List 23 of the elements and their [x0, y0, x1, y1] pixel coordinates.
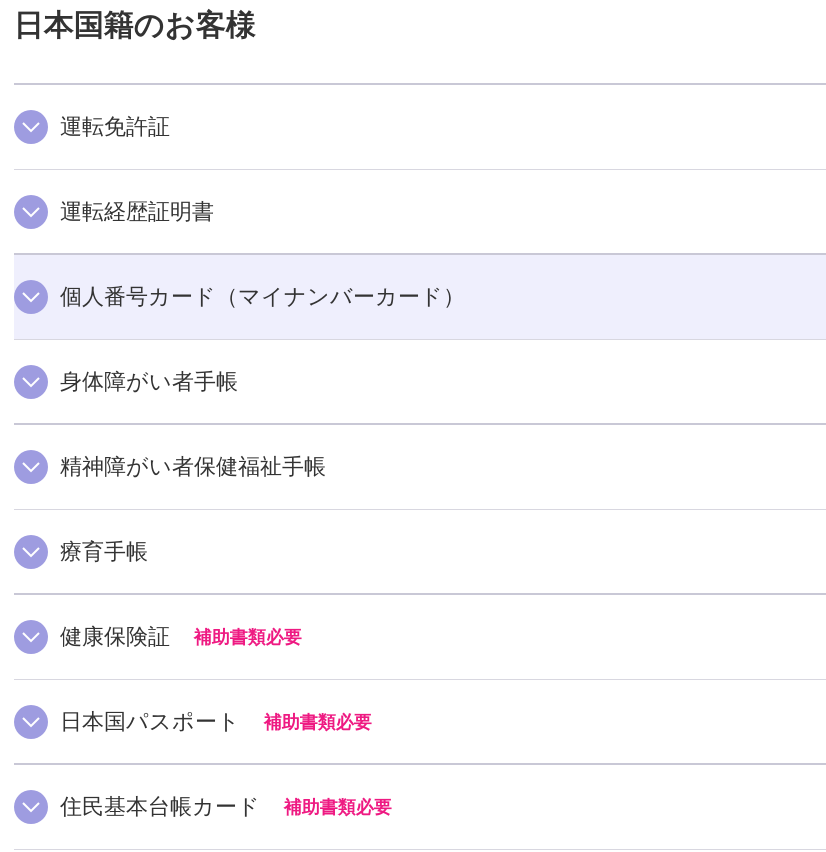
item-label: 運転経歴証明書 [60, 198, 214, 226]
chevron-icon [14, 534, 48, 568]
chevron-icon [14, 280, 48, 314]
note-label: 補助書類必要 [284, 796, 392, 819]
item-label: 運転免許証 [60, 114, 170, 142]
item-label: 療育手帳 [60, 538, 148, 566]
item-label: 健康保険証 [60, 624, 170, 652]
chevron-icon [14, 790, 48, 824]
note-label: 補助書類必要 [194, 626, 302, 649]
item-label: 住民基本台帳カード [60, 794, 260, 822]
note-label: 補助書類必要 [264, 710, 372, 734]
chevron-icon [14, 620, 48, 654]
page-heading: 日本国籍のお客様 [14, 7, 257, 45]
chevron-icon [14, 364, 48, 398]
item-label: 精神障がい者保健福祉手帳 [60, 454, 326, 482]
accordion-item[interactable]: 個人番号カード（マイナンバーカード） [14, 255, 826, 340]
chevron-icon [14, 194, 48, 228]
chevron-icon [14, 110, 48, 144]
item-label: 個人番号カード（マイナンバーカード） [60, 284, 465, 312]
chevron-icon [14, 704, 48, 738]
item-label: 日本国パスポート [60, 708, 240, 736]
chevron-icon [14, 450, 48, 484]
item-label: 身体障がい者手帳 [60, 368, 238, 396]
